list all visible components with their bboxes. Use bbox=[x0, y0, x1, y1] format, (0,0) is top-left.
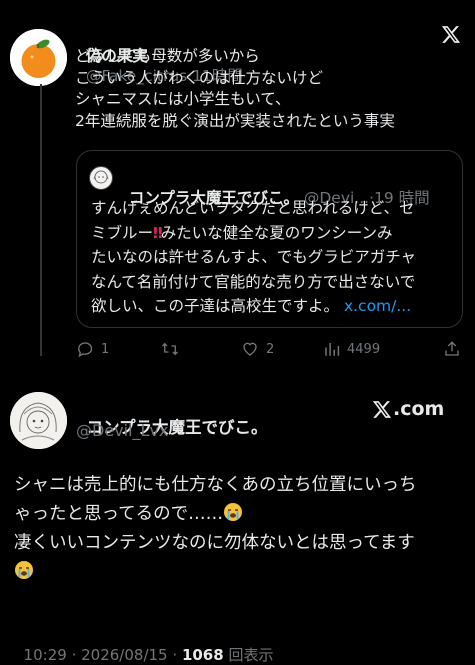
tweet2-handle[interactable]: @Devil_Lvx bbox=[76, 421, 168, 441]
footer-separator: · bbox=[71, 646, 77, 664]
thread-line bbox=[40, 84, 42, 356]
illustrated-avatar-icon bbox=[10, 392, 67, 449]
quote-body: すんげぇめんどいヲタクだと思われるけど、セ ミブルー‼みたいな健全な夏のワンシーン… bbox=[91, 196, 451, 319]
quote-line-with-link: 欲しい、この子達は高校生ですよ。 x.com/... bbox=[91, 294, 451, 319]
footer-date[interactable]: 2026/08/15 bbox=[81, 646, 167, 664]
share-action[interactable] bbox=[443, 340, 461, 358]
loudly-crying-face-emoji bbox=[14, 560, 34, 580]
footer-separator-2: · bbox=[172, 646, 178, 664]
quote-line: なんて名前付けて官能的な売り方で出さないで bbox=[91, 272, 416, 291]
tweet2-line-with-emoji: ゃったと思ってるので…… bbox=[14, 500, 417, 529]
repost-action[interactable] bbox=[160, 340, 180, 358]
quote-line-with-emoji: ミブルー‼みたいな健全な夏のワンシーンみ bbox=[91, 221, 451, 246]
quote-line-part: みたいな健全な夏のワンシーンみ bbox=[160, 223, 393, 242]
views-action[interactable]: 4499 bbox=[323, 340, 380, 358]
orange-avatar-icon bbox=[10, 29, 67, 86]
loudly-crying-face-emoji bbox=[223, 502, 243, 522]
heart-icon bbox=[243, 342, 257, 356]
quote-line: すんげぇめんどいヲタクだと思われるけど、セ bbox=[91, 199, 415, 217]
view-count: 4499 bbox=[347, 341, 381, 357]
tweet2-footer: 10:29 · 2026/08/15 · 1068 回表示 bbox=[14, 625, 274, 665]
like-action[interactable]: 2 bbox=[240, 340, 274, 358]
footer-views: 1068 bbox=[181, 646, 224, 664]
reply-action[interactable]: 1 bbox=[76, 340, 109, 358]
tweet2-body: シャニは売上的にも仕方なくあの立ち位置にいっち ゃったと思ってるので…… 凄くいいコ… bbox=[14, 471, 417, 587]
repost-arrows-icon bbox=[162, 342, 178, 356]
footer-views-label: 回表示 bbox=[228, 646, 274, 664]
tweet2-line-part: ゃったと思ってるので…… bbox=[14, 504, 224, 524]
avatar-devil-lvx[interactable] bbox=[10, 392, 67, 449]
quote-line-part: 欲しい、この子達は高校生ですよ。 bbox=[91, 297, 340, 315]
tweet1-line: こういう人がわくのは仕方ないけど bbox=[75, 68, 324, 87]
tweet2-line-emoji-only bbox=[14, 558, 417, 587]
bar-chart-icon bbox=[325, 343, 340, 356]
tweet1-line: 2年連続服を脱ぐ演出が実装されたという事実 bbox=[75, 111, 395, 130]
speech-bubble-icon bbox=[78, 342, 93, 358]
tweet1-line: シャニマスには小学生もいて、 bbox=[75, 90, 291, 108]
tweet2-line: シャニは売上的にも仕方なくあの立ち位置にいっち bbox=[14, 475, 417, 495]
double-exclamation-emoji: ‼ bbox=[153, 223, 163, 242]
quote-line-part: ミブルー bbox=[91, 223, 154, 242]
tweet2-line: 凄くいいコンテンツなのに勿体ないとは思ってます bbox=[14, 533, 415, 553]
tweet1-line: どうしても母数が多いから bbox=[75, 47, 260, 65]
x-logo-icon[interactable] bbox=[441, 25, 461, 44]
x-logo-icon bbox=[372, 400, 392, 418]
footer-time[interactable]: 10:29 bbox=[24, 646, 67, 664]
brand-text: .com bbox=[393, 398, 445, 420]
upload-icon bbox=[445, 341, 459, 356]
like-count: 2 bbox=[266, 341, 275, 357]
quote-avatar bbox=[89, 166, 113, 190]
avatar-fake-citrus[interactable] bbox=[10, 29, 67, 86]
x-com-brand: .com bbox=[372, 398, 444, 420]
reply-count: 1 bbox=[101, 341, 110, 357]
tweet1-body: どうしても母数が多いからこういう人がわくのは仕方ないけど シャニマスには小学生もい… bbox=[75, 46, 395, 132]
quote-link[interactable]: x.com/... bbox=[344, 297, 411, 315]
quote-line: たいなのは許せるんすよ、でもグラビアガチャ bbox=[91, 248, 417, 266]
